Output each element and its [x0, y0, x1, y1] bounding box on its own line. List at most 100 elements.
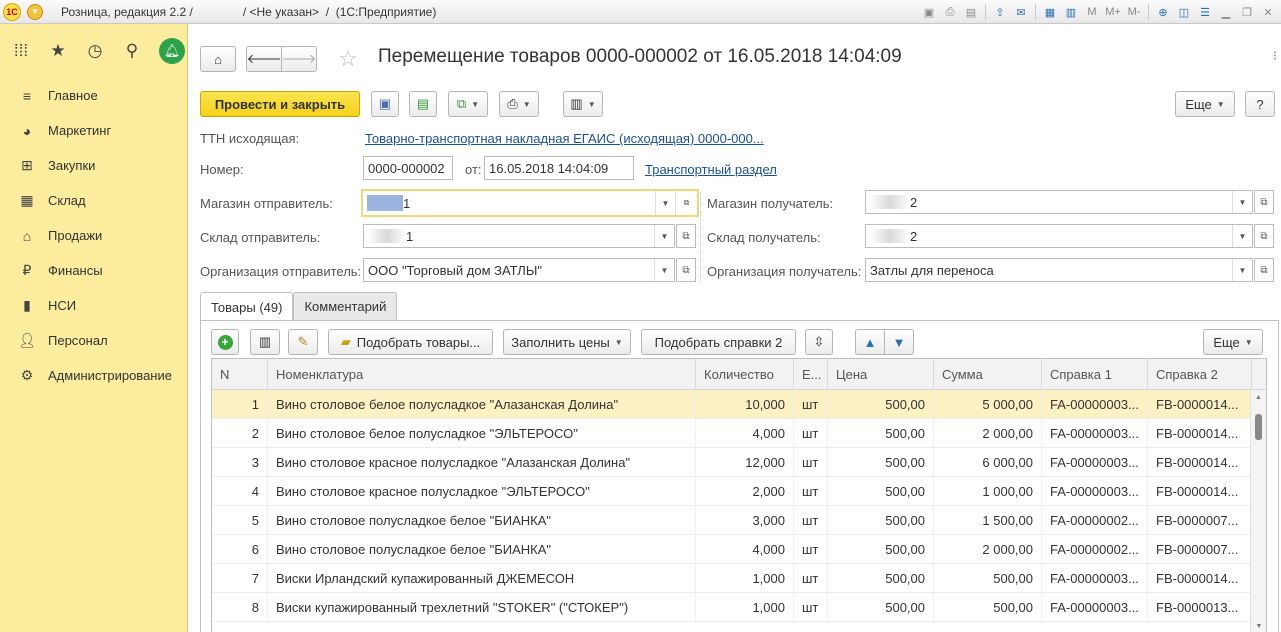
sidebar-item-warehouse[interactable]: ▦ Склад [0, 183, 187, 218]
zoom-icon[interactable]: ⊕ [1154, 3, 1172, 21]
chevron-down-icon[interactable]: ▼ [1232, 259, 1252, 281]
sidebar-item-finance[interactable]: ₽ Финансы [0, 253, 187, 288]
table-more-button[interactable]: Еще ▼ [1203, 329, 1263, 355]
chevron-down-icon[interactable]: ▼ [1232, 225, 1252, 247]
table-row[interactable]: 6 Вино столовое полусладкое белое "БИАНКА… [212, 535, 1266, 564]
chevron-down-icon[interactable]: ▼ [654, 259, 674, 281]
chevron-down-icon[interactable]: ▼ [1232, 191, 1252, 213]
table-row[interactable]: 7 Виски Ирландский купажированный ДЖЕМЕСО… [212, 564, 1266, 593]
search-icon[interactable]: ⚲ [122, 41, 142, 61]
wh-to-field[interactable]: 2 ▼ [865, 224, 1253, 248]
column-header-unit[interactable]: Е... [794, 359, 828, 390]
transport-section-link[interactable]: Транспортный раздел [645, 162, 777, 177]
close-icon[interactable]: ✕ [1259, 3, 1277, 21]
back-button[interactable]: 🡐 [246, 46, 282, 72]
wh-from-field[interactable]: 1 ▼ [363, 224, 675, 248]
export-icon[interactable]: ⇪ [991, 3, 1009, 21]
home-button[interactable]: ⌂ [200, 46, 236, 72]
open-org-from-button[interactable]: ⧉ [676, 258, 696, 282]
move-down-button[interactable]: ▼ [884, 329, 914, 355]
memory-plus-icon[interactable]: M+ [1104, 3, 1122, 21]
table-row[interactable]: 5 Вино столовое полусладкое белое "БИАНКА… [212, 506, 1266, 535]
sidebar-item-main[interactable]: ≡ Главное [0, 78, 187, 113]
favorite-star-icon[interactable]: ☆ [338, 46, 358, 72]
org-to-field[interactable]: Затлы для переноса ▼ [865, 258, 1253, 282]
edit-button[interactable]: ✎ [288, 329, 318, 355]
save-icon[interactable]: ▣ [920, 3, 938, 21]
scroll-down-icon[interactable]: ▼ [1251, 619, 1266, 632]
open-wh-from-button[interactable]: ⧉ [676, 224, 696, 248]
column-header-cert2[interactable]: Справка 2 [1148, 359, 1252, 390]
calendar-icon[interactable]: ▥ [1062, 3, 1080, 21]
preview-icon[interactable]: ▤ [962, 3, 980, 21]
table-row[interactable]: 8 Виски купажированный трехлетний "STOKER… [212, 593, 1266, 622]
table-row[interactable]: 4 Вино столовое красное полусладкое "ЭЛЬТ… [212, 477, 1266, 506]
barcode-button[interactable]: ▥ [250, 329, 280, 355]
create-based-on-button[interactable]: ⧉ ▼ [448, 91, 488, 117]
store-to-field[interactable]: 2 ▼ [865, 190, 1253, 214]
settings-icon[interactable]: ☰ [1196, 3, 1214, 21]
post-button[interactable]: ▤ [409, 91, 437, 117]
sidebar-item-purchases[interactable]: ⊞ Закупки [0, 148, 187, 183]
reports-button[interactable]: ▥ ▼ [563, 91, 603, 117]
move-up-button[interactable]: ▲ [855, 329, 885, 355]
panels-icon[interactable]: ◫ [1175, 3, 1193, 21]
pick-goods-button[interactable]: ▰ Подобрать товары... [328, 329, 493, 355]
forward-button[interactable]: 🡒 [281, 46, 317, 72]
restore-icon[interactable]: ❐ [1238, 3, 1256, 21]
store-from-field[interactable]: 1 ▼ ⧉ [361, 189, 699, 217]
save-doc-button[interactable]: ▣ [371, 91, 399, 117]
favorites-star-icon[interactable]: ★ [48, 41, 68, 61]
open-org-to-button[interactable]: ⧉ [1254, 258, 1274, 282]
scroll-thumb[interactable] [1255, 414, 1262, 440]
chevron-down-icon[interactable]: ▼ [654, 225, 674, 247]
tab-goods[interactable]: Товары (49) [200, 292, 294, 321]
main-menu-icon[interactable]: ▼ [27, 3, 43, 20]
ttn-link[interactable]: Товарно-транспортная накладная ЕГАИС (ис… [365, 131, 764, 146]
email-icon[interactable]: ✉ [1012, 3, 1030, 21]
chevron-down-icon[interactable]: ▼ [655, 191, 675, 215]
pick-certificates-button[interactable]: Подобрать справки 2 [641, 329, 796, 355]
history-icon[interactable]: ◷ [85, 41, 105, 61]
sidebar-item-nsi[interactable]: ▮ НСИ [0, 288, 187, 323]
org-from-field[interactable]: ООО "Торговый дом ЗАТЛЫ" ▼ [363, 258, 675, 282]
more-button[interactable]: Еще ▼ [1175, 91, 1235, 117]
fill-prices-button[interactable]: Заполнить цены ▼ [503, 329, 631, 355]
table-row[interactable]: 1 Вино столовое белое полусладкое "Алазан… [212, 390, 1266, 419]
minimize-icon[interactable]: ▁ [1217, 3, 1235, 21]
memory-minus-icon[interactable]: M- [1125, 3, 1143, 21]
column-header-sum[interactable]: Сумма [934, 359, 1042, 390]
apps-grid-icon[interactable]: ⁞⁞⁞ [11, 41, 31, 61]
store-to-value: 2 [910, 194, 918, 210]
column-header-n[interactable]: N [212, 359, 268, 390]
column-header-quantity[interactable]: Количество [696, 359, 794, 390]
add-row-button[interactable]: + [211, 329, 239, 355]
print-button[interactable]: ⎙ ▼ [499, 91, 539, 117]
scroll-up-icon[interactable]: ▲ [1251, 390, 1266, 404]
open-store-to-button[interactable]: ⧉ [1254, 190, 1274, 214]
notifications-bell-icon[interactable]: 🔔︎ [159, 38, 185, 64]
close-form-icon[interactable]: ⁝ [1273, 48, 1277, 64]
print-icon[interactable]: ⎙ [941, 3, 959, 21]
sidebar-item-sales[interactable]: ⌂ Продажи [0, 218, 187, 253]
sidebar-item-administration[interactable]: ⚙ Администрирование [0, 358, 187, 393]
fit-height-button[interactable]: ⇳ [805, 329, 833, 355]
column-header-cert1[interactable]: Справка 1 [1042, 359, 1148, 390]
number-field[interactable]: 0000-000002 [363, 156, 453, 180]
cell-price: 500,00 [828, 390, 934, 418]
table-row[interactable]: 3 Вино столовое красное полусладкое "Алаз… [212, 448, 1266, 477]
tab-comment[interactable]: Комментарий [293, 292, 398, 320]
column-header-price[interactable]: Цена [828, 359, 934, 390]
open-icon[interactable]: ⧉ [675, 191, 697, 215]
help-button[interactable]: ? [1245, 91, 1275, 117]
date-field[interactable]: 16.05.2018 14:04:09 [484, 156, 634, 180]
sidebar-item-personnel[interactable]: 👤︎ Персонал [0, 323, 187, 358]
post-and-close-button[interactable]: Провести и закрыть [200, 91, 360, 117]
open-wh-to-button[interactable]: ⧉ [1254, 224, 1274, 248]
column-header-nomenclature[interactable]: Номенклатура [268, 359, 696, 390]
table-scrollbar[interactable]: ▲ ▼ [1250, 390, 1266, 632]
table-row[interactable]: 2 Вино столовое белое полусладкое "ЭЛЬТЕР… [212, 419, 1266, 448]
sidebar-item-marketing[interactable]: ◕ Маркетинг [0, 113, 187, 148]
calculator-icon[interactable]: ▦ [1041, 3, 1059, 21]
memory-icon[interactable]: M [1083, 3, 1101, 21]
